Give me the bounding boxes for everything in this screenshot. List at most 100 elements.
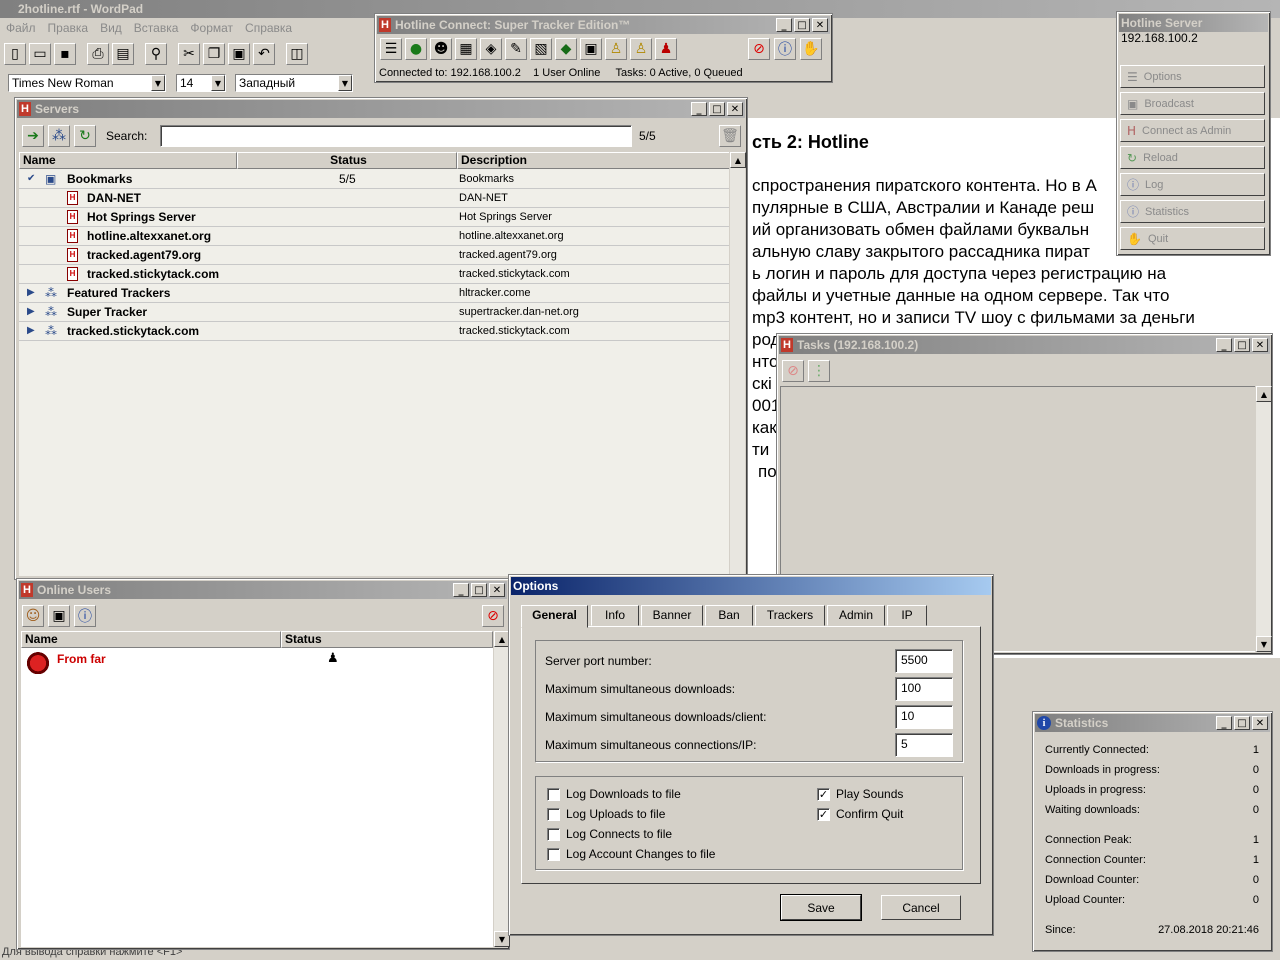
menu-view[interactable]: Вид	[94, 19, 128, 37]
column-header-status[interactable]: Status	[237, 152, 457, 169]
tab-info[interactable]: Info	[591, 605, 639, 626]
close-icon[interactable]: ✕	[1252, 338, 1268, 352]
quit-button[interactable]: ✋ Quit	[1120, 227, 1265, 250]
online-users-titlebar[interactable]: H Online Users _ □ ✕	[19, 581, 507, 599]
tracker-row[interactable]: ▶ ⁂ tracked.stickytack.com tracked.stick…	[19, 322, 733, 341]
users-icon[interactable]: ☻	[430, 38, 452, 60]
font-size-select[interactable]: 14 ▼	[176, 74, 226, 92]
max-downloads-client-input[interactable]: 10	[895, 705, 953, 729]
max-connections-ip-input[interactable]: 5	[895, 733, 953, 757]
news-icon[interactable]: ▦	[455, 38, 477, 60]
tab-trackers[interactable]: Trackers	[755, 605, 825, 626]
column-header-name[interactable]: Name	[19, 152, 237, 169]
maximize-icon[interactable]: □	[709, 102, 725, 116]
checkbox-box[interactable]	[547, 788, 560, 802]
column-header-description[interactable]: Description	[457, 152, 733, 169]
cut-icon[interactable]: ✂	[178, 43, 200, 65]
server-row[interactable]: H DAN-NET DAN-NET	[19, 189, 733, 208]
menu-help[interactable]: Справка	[239, 19, 298, 37]
user-row[interactable]: From far ♟	[21, 649, 493, 674]
maximize-icon[interactable]: □	[471, 583, 487, 597]
minimize-icon[interactable]: _	[1216, 338, 1232, 352]
log-uploads-checkbox[interactable]: Log Uploads to file	[547, 807, 665, 822]
log-downloads-checkbox[interactable]: Log Downloads to file	[547, 787, 681, 802]
statistics-titlebar[interactable]: i Statistics _ □ ✕	[1035, 714, 1270, 732]
save-disk-icon[interactable]: ▪	[54, 43, 76, 65]
users-scrollbar[interactable]: ▲ ▼	[493, 631, 510, 947]
expand-arrow-icon[interactable]: ✔	[27, 170, 35, 188]
close-icon[interactable]: ✕	[727, 102, 743, 116]
print-icon[interactable]: ⎙	[87, 43, 109, 65]
search-input[interactable]	[160, 125, 632, 147]
servers-titlebar[interactable]: H Servers _ □ ✕	[17, 100, 745, 118]
tab-banner[interactable]: Banner	[641, 605, 703, 626]
open-folder-icon[interactable]: ▭	[29, 43, 51, 65]
expand-arrow-icon[interactable]: ▶	[27, 322, 35, 340]
info-book-icon[interactable]: ▣	[580, 38, 602, 60]
font-name-select[interactable]: Times New Roman ▼	[8, 74, 166, 92]
user-yellow-icon[interactable]: ♙	[605, 38, 627, 60]
minimize-icon[interactable]: _	[776, 18, 792, 32]
hotline-server-titlebar[interactable]: Hotline Server	[1119, 14, 1268, 32]
info-icon[interactable]: ⓘ	[774, 38, 796, 60]
user-key-icon[interactable]: ♙	[630, 38, 652, 60]
insert-object-icon[interactable]: ◫	[286, 43, 308, 65]
options-button[interactable]: ☰ Options	[1120, 65, 1265, 88]
tasks-titlebar[interactable]: H Tasks (192.168.100.2) _ □ ✕	[779, 336, 1270, 354]
server-row[interactable]: H tracked.agent79.org tracked.agent79.or…	[19, 246, 733, 265]
scroll-down-icon[interactable]: ▼	[1256, 636, 1272, 652]
hotline-connect-titlebar[interactable]: H Hotline Connect: Super Tracker Edition…	[377, 16, 830, 34]
folder-icon[interactable]: ▧	[530, 38, 552, 60]
checkbox-box[interactable]	[547, 828, 560, 842]
tab-ban[interactable]: Ban	[705, 605, 753, 626]
column-header-status[interactable]: Status	[281, 631, 493, 648]
minimize-icon[interactable]: _	[453, 583, 469, 597]
menu-file[interactable]: Файл	[0, 19, 42, 37]
traffic-light-icon[interactable]: ⋮	[808, 360, 830, 382]
private-chat-icon[interactable]: ☺	[22, 605, 44, 627]
close-icon[interactable]: ✕	[1252, 716, 1268, 730]
user-group-icon[interactable]: ♟	[655, 38, 677, 60]
checkmark-icon[interactable]: ✓	[817, 788, 830, 802]
stop-icon[interactable]: ⊘	[748, 38, 770, 60]
broadcast-button[interactable]: ▣ Broadcast	[1120, 92, 1265, 115]
maximize-icon[interactable]: □	[1234, 716, 1250, 730]
maximize-icon[interactable]: □	[794, 18, 810, 32]
options-titlebar[interactable]: Options	[511, 577, 991, 595]
menu-edit[interactable]: Правка	[42, 19, 95, 37]
tracker-row[interactable]: ▶ ⁂ Featured Trackers hltracker.come	[19, 284, 733, 303]
servers-list-icon[interactable]: ☰	[380, 38, 402, 60]
user-info-icon[interactable]: ⓘ	[74, 605, 96, 627]
message-icon[interactable]: ▣	[48, 605, 70, 627]
files-icon[interactable]: ◈	[480, 38, 502, 60]
trash-icon[interactable]: 🗑	[719, 125, 741, 147]
bookmark-group-row[interactable]: ✔ ▣ Bookmarks 5/5 Bookmarks	[19, 170, 733, 189]
close-icon[interactable]: ✕	[489, 583, 505, 597]
server-port-input[interactable]: 5500	[895, 649, 953, 673]
tab-admin[interactable]: Admin	[827, 605, 885, 626]
new-doc-icon[interactable]: ▯	[4, 43, 26, 65]
statistics-button[interactable]: ⓘ Statistics	[1120, 200, 1265, 223]
quit-hand-icon[interactable]: ✋	[800, 38, 822, 60]
tracker-row[interactable]: ▶ ⁂ Super Tracker supertracker.dan-net.o…	[19, 303, 733, 322]
server-row[interactable]: H Hot Springs Server Hot Springs Server	[19, 208, 733, 227]
connect-as-admin-button[interactable]: H Connect as Admin	[1120, 119, 1265, 142]
scroll-up-icon[interactable]: ▲	[730, 152, 746, 168]
kick-icon[interactable]: ⊘	[482, 605, 504, 627]
log-connects-checkbox[interactable]: Log Connects to file	[547, 827, 672, 842]
transfer-icon[interactable]: ◆	[555, 38, 577, 60]
connect-arrow-icon[interactable]: ➔	[22, 125, 44, 147]
undo-icon[interactable]: ↶	[253, 43, 275, 65]
refresh-icon[interactable]: ↻	[74, 125, 96, 147]
checkbox-box[interactable]	[547, 848, 560, 862]
paste-icon[interactable]: ▣	[228, 43, 250, 65]
close-icon[interactable]: ✕	[812, 18, 828, 32]
tracker-icon[interactable]: ⁂	[48, 125, 70, 147]
minimize-icon[interactable]: _	[691, 102, 707, 116]
find-icon[interactable]: ⚲	[145, 43, 167, 65]
confirm-quit-checkbox[interactable]: ✓ Confirm Quit	[817, 807, 903, 822]
cancel-button[interactable]: Cancel	[881, 895, 961, 920]
save-button[interactable]: Save	[781, 895, 861, 920]
globe-icon[interactable]: ●	[405, 38, 427, 60]
expand-arrow-icon[interactable]: ▶	[27, 284, 35, 302]
